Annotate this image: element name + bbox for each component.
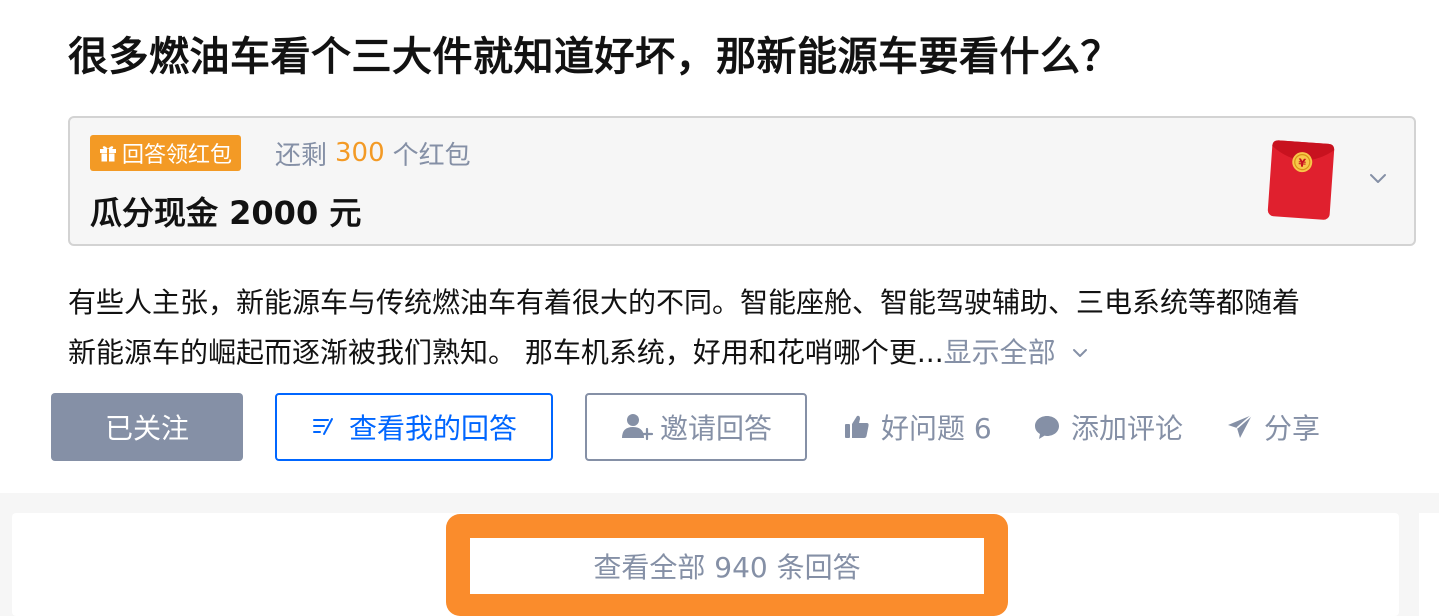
question-title: 很多燃油车看个三大件就知道好坏，那新能源车要看什么？ <box>68 34 1121 80</box>
detail-line-2: 新能源车的崛起而逐渐被我们熟知。 那车机系统，好用和花哨哪个更... 显示全部 <box>68 328 1408 378</box>
view-my-answer-label: 查看我的回答 <box>348 412 517 445</box>
edit-icon <box>312 418 333 435</box>
remain-suffix: 个红包 <box>392 140 471 171</box>
chevron-down-icon[interactable] <box>1366 166 1390 190</box>
good-question-button[interactable]: 好问题 6 <box>843 393 992 461</box>
chevron-down-icon <box>1072 349 1087 357</box>
comment-icon <box>1035 416 1059 439</box>
add-comment-button[interactable]: 添加评论 <box>1033 393 1183 461</box>
invite-user-icon <box>621 414 654 441</box>
invite-answer-button[interactable]: 邀请回答 <box>585 393 807 461</box>
good-question-label: 好问题 6 <box>881 412 992 445</box>
view-my-answer-button[interactable]: 查看我的回答 <box>275 393 553 461</box>
reward-tag: 回答领红包 <box>90 135 242 171</box>
reward-tag-label: 回答领红包 <box>122 143 233 168</box>
question-actions: 已关注 查看我的回答 邀请回答 好问题 6 添加评论 分享 <box>0 393 1439 461</box>
gift-icon <box>100 146 116 162</box>
followed-button[interactable]: 已关注 <box>51 393 243 461</box>
share-label: 分享 <box>1264 412 1321 445</box>
remain-count: 300 <box>335 138 385 168</box>
question-card: 很多燃油车看个三大件就知道好坏，那新能源车要看什么？ 回答领红包 还剩 300 … <box>0 0 1439 493</box>
reward-amount: 瓜分现金 2000 元 <box>90 194 362 232</box>
red-envelope-icon: ¥ <box>1267 140 1335 220</box>
remain-prefix: 还剩 <box>275 140 328 171</box>
svg-text:¥: ¥ <box>1298 156 1307 170</box>
detail-line-1: 有些人主张，新能源车与传统燃油车有着很大的不同。智能座舱、智能驾驶辅助、三电系统… <box>68 286 1301 319</box>
question-detail: 有些人主张，新能源车与传统燃油车有着很大的不同。智能座舱、智能驾驶辅助、三电系统… <box>68 278 1408 378</box>
share-button[interactable]: 分享 <box>1226 393 1320 461</box>
thumbs-up-icon <box>845 415 869 438</box>
reward-remaining: 还剩 300 个红包 <box>275 135 471 171</box>
invite-answer-label: 邀请回答 <box>659 412 772 445</box>
add-comment-label: 添加评论 <box>1071 412 1184 445</box>
show-all-label: 显示全部 <box>943 336 1056 369</box>
view-all-answers-button[interactable]: 查看全部 940 条回答 <box>470 538 984 594</box>
show-all-button[interactable]: 显示全部 <box>944 328 1090 378</box>
side-card-edge <box>1419 513 1439 616</box>
share-icon <box>1228 414 1253 438</box>
reward-banner[interactable]: 回答领红包 还剩 300 个红包 瓜分现金 2000 元 ¥ <box>68 116 1416 246</box>
detail-line-2-text: 新能源车的崛起而逐渐被我们熟知。 那车机系统，好用和花哨哪个更... <box>68 336 944 369</box>
